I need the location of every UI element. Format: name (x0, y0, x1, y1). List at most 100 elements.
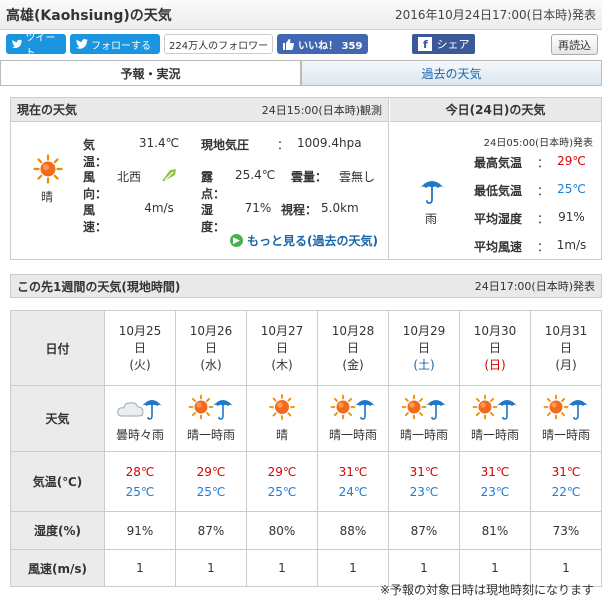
weekly-issued-time: 24日17:00(日本時)発表 (474, 280, 595, 293)
forecast-wind-cell: 1 (246, 549, 318, 587)
forecast-day-suffix: 日 (417, 340, 430, 355)
tab-bar: 予報・実況 過去の天気 (0, 60, 602, 86)
follow-label: フォローする (91, 40, 151, 52)
twitter-bird-icon (76, 39, 88, 49)
arrow-right-icon: ▶ (230, 234, 244, 247)
forecast-weather-cell: 晴 (246, 385, 318, 452)
today-stat-separator: ： (536, 212, 549, 226)
page-title: 高雄(Kaohsiung)の天気 (6, 7, 172, 24)
forecast-weather-cell: 晴一時雨 (388, 385, 460, 452)
forecast-day-suffix: 日 (346, 340, 359, 355)
forecast-humidity-cell: 88% (317, 511, 389, 550)
current-row-1: 気温： 31.4℃ 現地気圧 ： 1009.4hpa (83, 136, 362, 170)
current-today-panel: 現在の天気 24日15:00(日本時)観測 晴 気温： 31.4℃ 現地気圧 ：… (10, 97, 602, 260)
visibility-value: 5.0km (321, 201, 359, 215)
forecast-weather-cell: 晴一時雨 (530, 385, 602, 452)
current-weather-heading: 現在の天気 (17, 103, 78, 117)
weekly-forecast-heading: この先1週間の天気(現地時間) (17, 279, 181, 294)
wind-direction-value: 北西 (117, 170, 142, 184)
forecast-low-temp: 25℃ (196, 484, 226, 499)
pressure-label: 現地気圧 (201, 138, 250, 152)
cloud-cover-label: 雲量： (291, 170, 328, 184)
cloud-umbrella-icon (117, 400, 162, 420)
forecast-date-cell: 10月25 日 (火) (104, 310, 176, 386)
forecast-temp-cell: 31℃ 24℃ (317, 451, 389, 512)
today-condition: 雨 (425, 212, 438, 226)
forecast-day-suffix: 日 (133, 340, 146, 355)
forecast-day-suffix: 日 (559, 340, 572, 355)
forecast-humidity-cell: 87% (175, 511, 247, 550)
today-stat-value: 29℃ (557, 154, 586, 168)
today-stat-label: 平均風速 (474, 240, 523, 254)
issued-time: 2016年10月24日17:00(日本時)発表 (394, 8, 596, 22)
temp-value: 31.4℃ (138, 136, 180, 150)
row-header-date: 日付 (10, 310, 105, 386)
current-row-2: 風向： 北西 露点： 25.4℃ 雲量： 雲無し (83, 168, 375, 202)
facebook-share-button[interactable]: f シェア (412, 34, 476, 54)
humidity-label: 湿度： (201, 203, 226, 234)
forecast-temp-cell: 29℃ 25℃ (246, 451, 318, 512)
today-stat-row: 最高気温 ： 29℃ (474, 154, 594, 171)
today-stat-row: 最低気温 ： 25℃ (474, 182, 594, 199)
forecast-date-cell: 10月31 日 (月) (530, 310, 602, 386)
forecast-high-temp: 29℃ (267, 464, 297, 479)
forecast-weather-cell: 晴一時雨 (175, 385, 247, 452)
sun-icon (269, 394, 295, 420)
forecast-temp-cell: 31℃ 23℃ (388, 451, 460, 512)
forecast-date-cell: 10月29 日 (土) (388, 310, 460, 386)
pressure-separator: ： (277, 138, 290, 152)
footnote: ※予報の対象日時は現地時刻になります (379, 583, 594, 597)
dew-point-value: 25.4℃ (235, 168, 276, 182)
current-weather-header: 現在の天気 24日15:00(日本時)観測 (11, 98, 388, 122)
tab-past-weather[interactable]: 過去の天気 (301, 60, 602, 85)
forecast-high-temp: 29℃ (196, 464, 226, 479)
share-label: シェア (436, 38, 470, 51)
reload-button[interactable]: 再読込 (551, 34, 598, 55)
forecast-wind-cell: 1 (175, 549, 247, 587)
today-stat-separator: ： (536, 240, 549, 254)
tab-forecast[interactable]: 予報・実況 (0, 60, 301, 85)
like-label: いいね！ 359 (298, 40, 363, 52)
social-bar: ツイート フォローする 224万人のフォロワー いいね！ 359 f シェア 再… (0, 30, 602, 59)
forecast-low-temp: 25℃ (267, 484, 297, 499)
sun-icon (33, 154, 63, 184)
today-stat-value: 1m/s (556, 238, 587, 252)
page-header: 高雄(Kaohsiung)の天気 2016年10月24日17:00(日本時)発表 (0, 0, 602, 30)
forecast-weekday: (木) (271, 357, 293, 372)
facebook-icon: f (418, 37, 433, 51)
forecast-date-cell: 10月30 日 (日) (459, 310, 531, 386)
forecast-weekday: (月) (555, 357, 577, 372)
forecast-month-day: 10月25 (118, 323, 162, 338)
forecast-temp-cell: 28℃ 25℃ (104, 451, 176, 512)
tweet-button[interactable]: ツイート (6, 33, 66, 59)
forecast-weekday: (日) (484, 357, 506, 372)
forecast-weather-cell: 曇時々雨 (104, 385, 176, 452)
umbrella-icon (420, 181, 444, 204)
forecast-low-temp: 22℃ (551, 484, 581, 499)
sun-umbrella-icon (472, 394, 517, 420)
forecast-wind-cell: 1 (317, 549, 389, 587)
sun-umbrella-icon (188, 394, 233, 420)
visibility-label: 視程： (281, 203, 318, 217)
like-button[interactable]: いいね！ 359 (277, 34, 369, 54)
forecast-month-day: 10月29 (402, 323, 446, 338)
forecast-day-suffix: 日 (204, 340, 217, 355)
twitter-bird-icon (12, 39, 23, 49)
follow-button[interactable]: フォローする (70, 34, 160, 54)
forecast-month-day: 10月28 (331, 323, 375, 338)
forecast-low-temp: 23℃ (409, 484, 439, 499)
forecast-high-temp: 31℃ (338, 464, 368, 479)
thumbs-up-icon (283, 38, 295, 50)
forecast-weather-label: 晴一時雨 (541, 428, 590, 442)
forecast-month-day: 10月30 (473, 323, 517, 338)
forecast-weather-cell: 晴一時雨 (459, 385, 531, 452)
sun-umbrella-icon (401, 394, 446, 420)
humidity-value: 71% (244, 201, 272, 215)
dew-point-label: 露点： (201, 170, 226, 201)
forecast-date-cell: 10月28 日 (金) (317, 310, 389, 386)
forecast-day-suffix: 日 (275, 340, 288, 355)
more-past-weather-link[interactable]: ▶ もっと見る(過去の天気) (230, 232, 378, 249)
weather-row: 天気 曇時々雨 晴一時雨 晴 晴一時雨 晴一時雨 晴一時雨 晴一時雨 (10, 385, 602, 452)
today-stat-separator: ： (536, 156, 549, 170)
today-stat-label: 最低気温 (474, 184, 523, 198)
